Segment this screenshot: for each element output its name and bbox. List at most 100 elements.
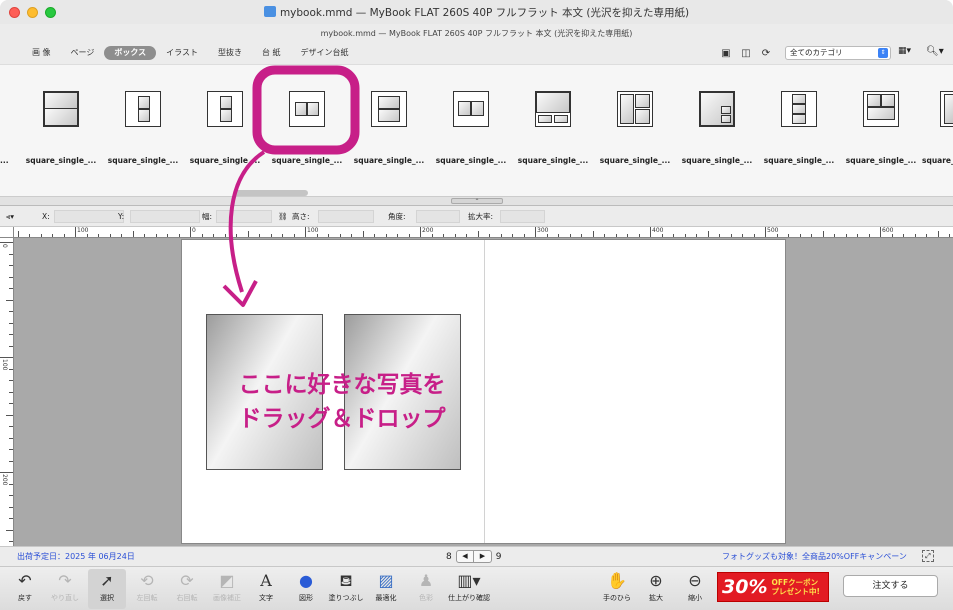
rotate-right-button[interactable]: ⟳ 右回転 (168, 569, 206, 609)
text-tool-button[interactable]: A 文字 (247, 569, 285, 609)
page-navigator: 8 ◀ ▶ 9 (446, 550, 501, 563)
ruler-tick (615, 234, 617, 237)
template-item[interactable]: square_single_... (102, 65, 184, 185)
y-field[interactable] (130, 210, 200, 223)
coupon-banner[interactable]: 30% OFFクーポン プレゼント中! (717, 572, 829, 602)
coupon-percent: 30% (722, 576, 768, 598)
bag-icon[interactable]: ◫ (739, 46, 753, 60)
angle-label: 角度: (388, 212, 406, 221)
tab-illustration[interactable]: イラスト (156, 46, 208, 60)
template-item[interactable]: square_single_... (594, 65, 676, 185)
template-item[interactable]: square_single_... (430, 65, 512, 185)
ruler-tick (109, 234, 111, 237)
ruler-tick (811, 234, 812, 237)
next-page-button[interactable]: ▶ (474, 551, 491, 562)
ruler-tick (638, 234, 640, 237)
ruler-tick (374, 234, 375, 237)
tab-box[interactable]: ボックス (104, 46, 157, 60)
ruler-label: 0 (1, 244, 8, 248)
ruler-tick (316, 234, 318, 237)
ruler-tick (799, 234, 801, 237)
rotate-left-button[interactable]: ⟲ 左回転 (128, 569, 166, 609)
ruler-tick (500, 234, 502, 237)
ship-date: 出荷予定日：2025 年 06月24日 (17, 552, 135, 561)
search-icon[interactable]: 🔍︎▾ (926, 46, 948, 60)
x-field[interactable] (54, 210, 124, 223)
ruler-tick (328, 234, 329, 237)
template-item[interactable]: square_single_... (840, 65, 922, 185)
align-menu-icon[interactable]: ⫷▾ (6, 210, 14, 223)
undo-button[interactable]: ↶ 戻す (6, 569, 44, 609)
angle-field[interactable] (416, 210, 460, 223)
ruler-tick (673, 234, 674, 237)
fill-tool-button[interactable]: ⛾ 塗りつぶし (327, 569, 365, 609)
tab-design-mount[interactable]: デザイン台紙 (291, 46, 359, 60)
zoom-in-button[interactable]: ⊕ 拡大 (637, 569, 675, 609)
hand-tool-button[interactable]: ✋ 手のひら (598, 569, 636, 609)
template-item-highlighted[interactable]: square_single_... (266, 65, 348, 185)
prev-page-button[interactable]: ◀ (457, 551, 475, 562)
optimize-button[interactable]: ▨ 最適化 (367, 569, 405, 609)
import-icon[interactable]: ▣ (719, 46, 733, 60)
tab-mount[interactable]: 台 紙 (252, 46, 291, 60)
template-label: square_single_... (681, 156, 753, 165)
zoom-out-button[interactable]: ⊖ 縮小 (676, 569, 714, 609)
template-item[interactable]: square_single_... (184, 65, 266, 185)
template-item[interactable]: square_single_... (676, 65, 758, 185)
category-select[interactable]: 全てのカテゴリ ⇕ (785, 46, 891, 60)
height-field[interactable] (318, 210, 374, 223)
ruler-tick (604, 234, 605, 237)
ruler-tick (431, 234, 433, 237)
link-icon[interactable]: ⛓ (278, 210, 288, 223)
ruler-tick (443, 234, 444, 237)
ruler-tick (684, 234, 686, 237)
shape-tool-button[interactable]: ● 図形 (287, 569, 325, 609)
palette-splitter[interactable]: ⌃ (0, 197, 953, 206)
color-button[interactable]: ♟ 色彩 (407, 569, 445, 609)
redo-button[interactable]: ↷ やり直し (46, 569, 84, 609)
tab-die-cut[interactable]: 型抜き (208, 46, 252, 60)
strip-scrollbar[interactable] (234, 190, 308, 196)
grid-view-button[interactable]: ▦▾ (898, 46, 920, 60)
refresh-icon[interactable]: ⟳ (759, 46, 773, 60)
width-field[interactable] (216, 210, 272, 223)
bottom-toolbar: ↶ 戻す ↷ やり直し ➚ 選択 ⟲ 左回転 ⟳ 右回転 ◩ 画像補正 A 文字 ● 図形 ⛾ 塗… (0, 566, 953, 610)
zoom-in-icon: ⊕ (649, 571, 663, 590)
order-button[interactable]: 注文する (843, 575, 938, 597)
ruler-label: 400 (652, 227, 664, 234)
book-preview-icon: ▥▾ (457, 571, 481, 590)
app-window: mybook.mmd — MyBook FLAT 260S 40P フルフラット… (0, 0, 953, 610)
ruler-tick (86, 234, 88, 237)
image-correct-button[interactable]: ◩ 画像補正 (208, 569, 246, 609)
template-item[interactable]: square_single_... (758, 65, 840, 185)
text-label: 文字 (259, 594, 273, 602)
template-item[interactable]: square_single_... (348, 65, 430, 185)
fullscreen-icon[interactable]: ⤢ (922, 550, 934, 562)
tab-page[interactable]: ページ (61, 46, 105, 60)
chevron-up-icon[interactable]: ⌃ (451, 198, 503, 205)
ruler-tick (523, 234, 525, 237)
redo-label: やり直し (51, 594, 79, 602)
color-icon: ♟ (418, 571, 434, 590)
palette-tab-row: 画 像 ページ ボックス イラスト 型抜き 台 紙 デザイン台紙 ▣ ◫ ⟳ 全… (0, 42, 953, 64)
ruler-tick (9, 437, 13, 439)
ruler-tick (719, 234, 720, 237)
zoom-label: 拡大率: (468, 212, 494, 221)
preview-button[interactable]: ▥▾ 仕上がり確認 (446, 569, 492, 609)
template-item[interactable]: square_single_... (20, 65, 102, 185)
zoom-field[interactable] (500, 210, 545, 223)
height-label: 高さ: (292, 212, 310, 221)
select-tool-button[interactable]: ➚ 選択 (88, 569, 126, 609)
campaign-link[interactable]: フォトグッズも対象！全商品20%OFFキャンペーン (722, 551, 907, 562)
layout-canvas[interactable] (14, 238, 953, 546)
template-preview (125, 91, 161, 127)
template-item[interactable]: square_single_... (512, 65, 594, 185)
ruler-tick (351, 234, 352, 237)
ruler-label: 200 (1, 474, 8, 486)
coupon-line-2: プレゼント中! (771, 587, 820, 596)
ruler-tick (696, 234, 697, 237)
tab-image[interactable]: 画 像 (22, 46, 61, 60)
template-item[interactable]: square_single_... (922, 65, 953, 185)
shape-icon: ● (299, 571, 313, 590)
page-stepper: ◀ ▶ (455, 550, 492, 563)
